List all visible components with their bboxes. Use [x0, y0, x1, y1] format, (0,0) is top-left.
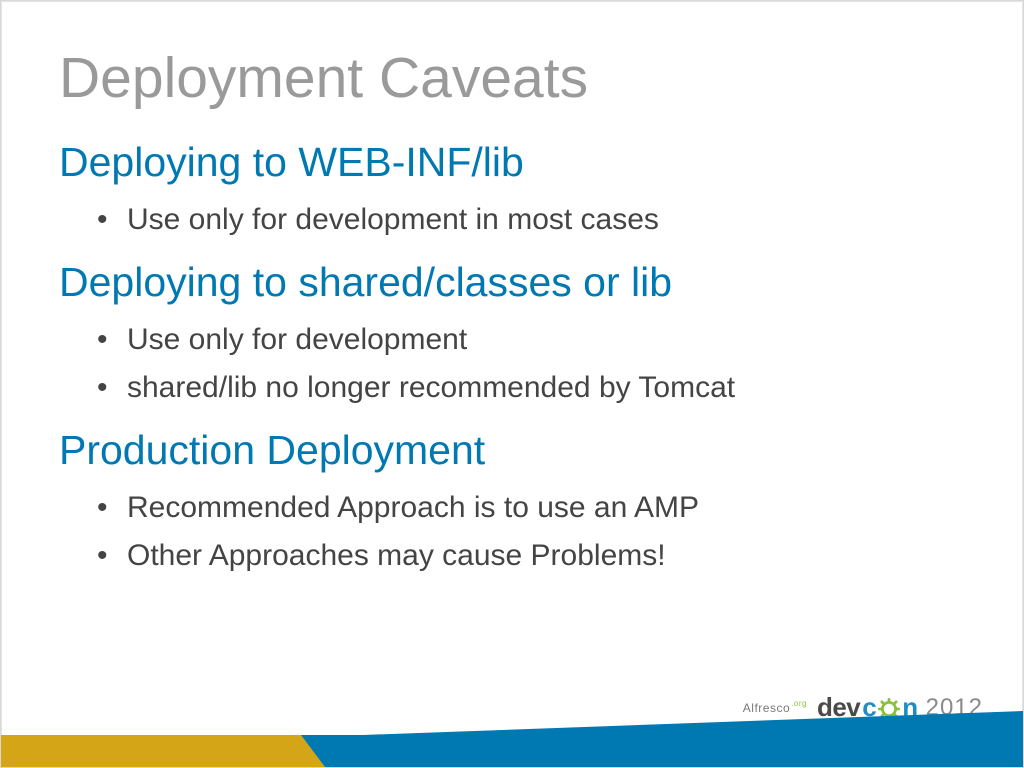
list-item: Use only for development [97, 320, 983, 361]
slide-title: Deployment Caveats [59, 45, 983, 111]
section-heading-2: Deploying to shared/classes or lib [59, 259, 983, 306]
alfresco-text: Alfresco [743, 701, 790, 715]
list-item: Recommended Approach is to use an AMP [97, 488, 983, 529]
bullet-list-2: Use only for development shared/lib no l… [97, 320, 983, 409]
bullet-list-1: Use only for development in most cases [97, 200, 983, 241]
list-item: Use only for development in most cases [97, 200, 983, 241]
list-item: Other Approaches may cause Problems! [97, 536, 983, 577]
slide: Deployment Caveats Deploying to WEB-INF/… [0, 0, 1024, 768]
list-item: shared/lib no longer recommended by Tomc… [97, 368, 983, 409]
alfresco-org-suffix: .org [791, 699, 807, 708]
section-heading-1: Deploying to WEB-INF/lib [59, 139, 983, 186]
footer-bar-gold-segment [1, 735, 301, 767]
slide-content: Deployment Caveats Deploying to WEB-INF/… [59, 45, 983, 595]
alfresco-wordmark: Alfresco.org [743, 701, 807, 715]
footer-bar [1, 735, 1023, 767]
bullet-list-3: Recommended Approach is to use an AMP Ot… [97, 488, 983, 577]
section-heading-3: Production Deployment [59, 427, 983, 474]
footer-bar-blue-wedge [303, 711, 1023, 767]
